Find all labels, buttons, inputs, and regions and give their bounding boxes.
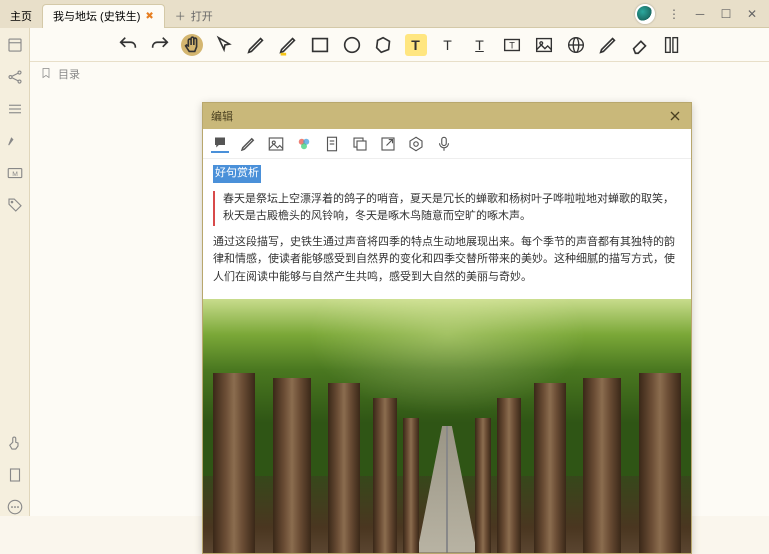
markdown-icon[interactable]: M [6, 164, 24, 182]
share-icon[interactable] [6, 68, 24, 86]
text-box-icon[interactable]: T [501, 34, 523, 56]
rectangle-icon[interactable] [309, 34, 331, 56]
text-icon[interactable]: T [437, 34, 459, 56]
content-title: 好句赏析 [213, 165, 261, 183]
text-underline-icon[interactable]: T [469, 34, 491, 56]
pencil2-icon[interactable] [597, 34, 619, 56]
mic-icon[interactable] [435, 135, 453, 153]
editor-image [203, 299, 691, 553]
text-highlight-icon[interactable]: T [405, 34, 427, 56]
home-tab[interactable]: 主页 [0, 4, 42, 28]
editor-content[interactable]: 好句赏析 春天是祭坛上空漂浮着的鸽子的哨音，夏天是冗长的蝉歌和杨树叶子哗啦啦地对… [203, 159, 691, 299]
editor-toolbar [203, 129, 691, 159]
editor-panel: 编辑 好句赏析 春天是祭坛上空漂浮着的鸽子的哨音，夏天是冗长的蝉歌和杨树叶子哗啦… [202, 102, 692, 554]
tab-close-icon[interactable]: ✖ [145, 11, 153, 22]
image-icon[interactable] [533, 34, 555, 56]
titlebar: 主页 我与地坛 (史铁生) ✖ ＋ 打开 ⋮ ─ ☐ ✕ [0, 0, 769, 28]
toc-label[interactable]: 目录 [58, 66, 80, 82]
new-tab-label: 打开 [191, 8, 213, 24]
circle-icon[interactable] [341, 34, 363, 56]
new-tab[interactable]: ＋ 打开 [165, 4, 223, 28]
tag-icon[interactable] [6, 196, 24, 214]
bookmark-icon[interactable] [40, 67, 52, 82]
copy-icon[interactable] [351, 135, 369, 153]
globe-icon[interactable] [565, 34, 587, 56]
maximize-icon[interactable]: ☐ [719, 7, 733, 21]
left-sidebar: M [0, 28, 30, 516]
pointer-icon[interactable] [213, 34, 235, 56]
user-avatar[interactable] [635, 4, 655, 24]
page-icon[interactable] [6, 466, 24, 484]
menu-icon[interactable]: ⋮ [667, 7, 681, 21]
list-icon[interactable] [6, 100, 24, 118]
picture-icon[interactable] [267, 135, 285, 153]
book-icon[interactable] [6, 36, 24, 54]
svg-text:M: M [12, 171, 18, 178]
comment-icon[interactable] [211, 135, 229, 153]
settings-icon[interactable] [407, 135, 425, 153]
pen-icon[interactable] [6, 132, 24, 150]
content-area: T T T T 目录 编辑 [30, 28, 769, 516]
editor-header[interactable]: 编辑 [203, 103, 691, 129]
plus-icon: ＋ [175, 8, 186, 24]
hand-icon[interactable] [181, 34, 203, 56]
editor-close-icon[interactable] [667, 108, 683, 124]
active-tab[interactable]: 我与地坛 (史铁生) ✖ [42, 4, 165, 28]
highlighter-icon[interactable] [277, 34, 299, 56]
main-toolbar: T T T T [30, 28, 769, 62]
more-icon[interactable] [6, 498, 24, 516]
undo-icon[interactable] [117, 34, 139, 56]
editor-title: 编辑 [211, 108, 233, 124]
paragraph: 通过这段描写，史铁生通过声音将四季的特点生动地展现出来。每个季节的声音都有其独特… [213, 234, 681, 287]
quote-block: 春天是祭坛上空漂浮着的鸽子的哨音，夏天是冗长的蝉歌和杨树叶子哗啦啦地对蝉歌的取笑… [213, 191, 681, 226]
ruler-icon[interactable] [661, 34, 683, 56]
export-icon[interactable] [379, 135, 397, 153]
active-tab-label: 我与地坛 (史铁生) [53, 8, 140, 24]
minimize-icon[interactable]: ─ [693, 7, 707, 21]
touch-icon[interactable] [6, 434, 24, 452]
svg-text:T: T [509, 40, 515, 50]
doc-icon[interactable] [323, 135, 341, 153]
pencil-icon[interactable] [245, 34, 267, 56]
sub-toolbar: 目录 [30, 62, 769, 86]
redo-icon[interactable] [149, 34, 171, 56]
edit-icon[interactable] [239, 135, 257, 153]
color-icon[interactable] [295, 135, 313, 153]
eraser-icon[interactable] [629, 34, 651, 56]
polygon-icon[interactable] [373, 34, 395, 56]
close-icon[interactable]: ✕ [745, 7, 759, 21]
